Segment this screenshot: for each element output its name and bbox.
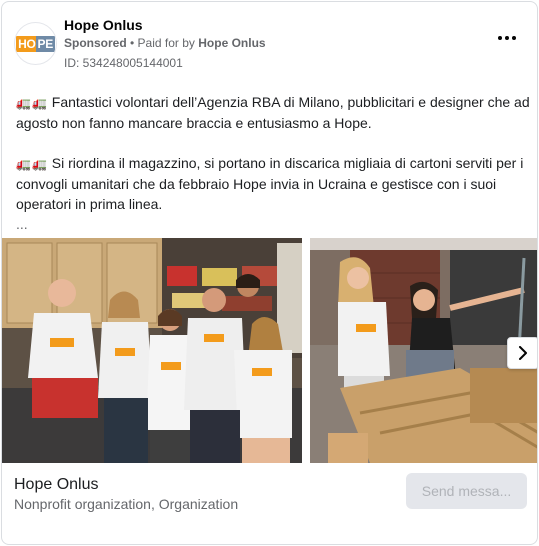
more-options-button[interactable] [495,30,519,46]
volunteers-group-photo[interactable] [2,238,302,463]
sponsored-line: Sponsored • Paid for by Hope Onlus [64,36,266,50]
group-photo-image [2,238,302,463]
chevron-right-icon [519,346,527,360]
volunteers-sorting-boxes-photo[interactable] [310,238,537,463]
truck-emoji-icon: 🚛🚛 [16,96,48,110]
sponsored-label: Sponsored [64,36,127,50]
hope-logo: HO PE [16,35,55,52]
carousel-next-button[interactable] [507,337,537,369]
separator-dot: • [126,36,138,50]
page-avatar[interactable]: HO PE [14,22,57,65]
post-text: 🚛🚛 Fantastici volontari dell’Agenzia RBA… [16,92,531,234]
send-message-button[interactable]: Send messa... [406,473,527,509]
image-carousel [2,238,537,463]
see-more-link[interactable]: ... [16,214,531,234]
more-dots-icon [498,36,502,40]
sorting-photo-image [310,238,537,463]
page-name-link[interactable]: Hope Onlus [64,17,143,33]
paid-for-prefix: Paid for by [137,36,199,50]
truck-emoji-icon: 🚛🚛 [16,157,48,171]
footer-page-category: Nonprofit organization, Organization [14,496,239,512]
sponsored-post-card: HO PE Hope Onlus Sponsored • Paid for by … [1,1,538,545]
ad-id: ID: 534248005144001 [64,56,183,70]
footer-page-name[interactable]: Hope Onlus [14,476,99,494]
post-paragraph-2: 🚛🚛 Si riordina il magazzino, si portano … [16,155,524,212]
post-paragraph-1: 🚛🚛 Fantastici volontari dell’Agenzia RBA… [16,94,530,131]
paid-by-link[interactable]: Hope Onlus [198,36,265,50]
